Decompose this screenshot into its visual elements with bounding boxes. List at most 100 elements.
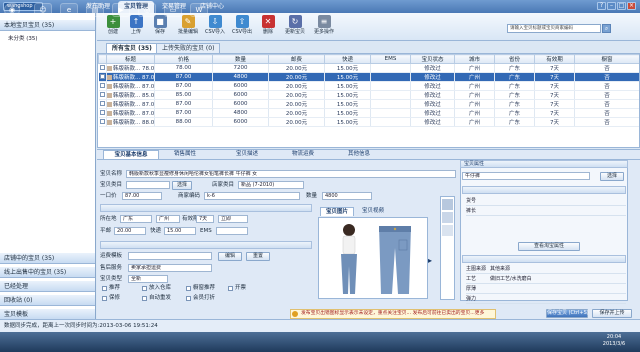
shop-category-select[interactable]: 新品 (7-2010)	[238, 181, 304, 189]
ems-fee-input[interactable]	[216, 227, 248, 235]
template-edit-button[interactable]: 编辑	[218, 252, 242, 261]
column-header[interactable]: 橱窗	[574, 54, 639, 64]
valid-select[interactable]: 7天	[196, 215, 214, 223]
table-row[interactable]: 韩版新款... 87.00 87.00 4800 20.00元 15.00元 修改过 广州 广…	[98, 108, 639, 118]
item-title-input[interactable]: 韩版新款秋季显瘦修身休闲哈伦裤女铅笔裤长裤 牛仔裤 女	[126, 170, 456, 178]
column-header[interactable]: 省份	[494, 54, 535, 64]
close-icon[interactable]: ×	[627, 2, 636, 10]
warehouse-checkbox[interactable]	[142, 286, 147, 291]
toolbar-button-5[interactable]: ⇧ CSV导出	[230, 15, 254, 40]
start-icon[interactable]: ◉	[4, 3, 20, 17]
tab-basic-info[interactable]: 宝贝基本信息	[103, 150, 159, 159]
tab-sales-attrs[interactable]: 销售属性	[162, 150, 208, 159]
item-type-select[interactable]: 全新	[128, 275, 168, 283]
maximize-icon[interactable]: □	[617, 2, 626, 10]
thumbnail[interactable]	[442, 225, 453, 236]
taskbar-media-icon[interactable]: ▶	[112, 3, 130, 17]
column-header[interactable]: 快递	[324, 54, 371, 64]
checkbox[interactable]	[99, 110, 105, 115]
sidebar-uncategorized[interactable]: 未分类 (35)	[8, 34, 38, 42]
toolbar-button-2[interactable]: ■ 保存	[148, 15, 172, 40]
checkbox[interactable]	[99, 101, 105, 106]
row-checkbox[interactable]	[98, 99, 107, 109]
checkbox[interactable]	[99, 74, 105, 79]
view-taobao-attrs-button[interactable]: 查看淘宝属性	[518, 242, 580, 251]
toolbar-button-7[interactable]: ↻ 更新宝贝	[283, 15, 307, 40]
outer-id-input[interactable]: k-6	[204, 192, 300, 200]
thumbnail[interactable]	[442, 212, 453, 223]
tab-item-video[interactable]: 宝贝视频	[356, 207, 390, 216]
checkbox[interactable]	[99, 92, 105, 97]
attribute-category-input[interactable]: 牛仔裤	[462, 172, 590, 180]
attr-row-stretch[interactable]: 弹力	[466, 295, 626, 304]
taskbar-word-icon[interactable]: W	[190, 3, 208, 17]
sidebar-local-items[interactable]: 本地宝贝宝贝 (35)	[0, 20, 95, 31]
search-icon[interactable]: ⌕	[602, 24, 611, 33]
auto-repost-checkbox[interactable]	[142, 296, 147, 301]
row-checkbox[interactable]	[98, 81, 107, 91]
tab-all-items[interactable]: 所有宝贝 (35)	[106, 43, 158, 53]
row-checkbox[interactable]	[98, 63, 107, 73]
tab-shipping[interactable]: 物流运费	[280, 150, 326, 159]
attr-row-craft[interactable]: 工艺 做旧工艺/水洗磨白	[466, 275, 626, 284]
column-header[interactable]: 宝贝状态	[410, 54, 455, 64]
table-row[interactable]: 韩版新款... 87.00 87.00 6000 20.00元 15.00元 修改过 广州 广…	[98, 81, 639, 91]
minimize-icon[interactable]: –	[607, 2, 616, 10]
showcase-checkbox[interactable]	[186, 286, 191, 291]
table-row[interactable]: 韩版新款... 88.00 88.00 6000 20.00元 15.00元 修改过 广州 广…	[98, 117, 639, 127]
tab-description[interactable]: 宝贝描述	[224, 150, 270, 159]
notice-bar[interactable]: 发布宝贝出错图标显示表示未设定，重点关注宝贝... 发布后可前往已卖出的宝贝..…	[290, 309, 496, 319]
express-fee-input[interactable]: 15.00	[164, 227, 196, 235]
toolbar-button-6[interactable]: ✕ 删除	[256, 15, 280, 40]
row-checkbox[interactable]	[98, 108, 107, 118]
template-reset-button[interactable]: 重置	[246, 252, 270, 261]
tab-upload-failed[interactable]: 上传失败的宝贝 (0)	[156, 43, 221, 53]
attribute-select-button[interactable]: 选择	[600, 172, 624, 181]
sidebar-processed[interactable]: 已经处理	[0, 281, 95, 292]
taskbar-clock[interactable]: 20:04 2013/3/6	[592, 334, 636, 348]
checkbox[interactable]	[99, 65, 105, 70]
attr-row-length[interactable]: 裤长	[466, 207, 626, 216]
tab-other[interactable]: 其他信息	[336, 150, 382, 159]
after-sale-select[interactable]: 卖家承担运费	[128, 264, 212, 272]
price-input[interactable]: 87.00	[122, 192, 162, 200]
search-input[interactable]: 请输入宝贝标题或宝贝商家编码	[507, 24, 601, 33]
column-header[interactable]	[98, 54, 107, 64]
warranty-checkbox[interactable]	[102, 296, 107, 301]
table-row[interactable]: 韩版新款... 87.00 87.00 4800 20.00元 15.00元 修改过 广州 广…	[98, 72, 639, 82]
tab-item-images[interactable]: 宝贝图片	[320, 207, 354, 216]
column-header[interactable]: 标题	[106, 54, 155, 64]
save-item-button[interactable]: 保存宝贝 (Ctrl+S)	[546, 309, 589, 318]
sidebar-shop-items[interactable]: 店铺中的宝贝 (35)	[0, 253, 95, 264]
column-header[interactable]: EMS	[370, 54, 411, 64]
start-time-select[interactable]: 立即	[218, 215, 248, 223]
invoice-checkbox[interactable]	[228, 286, 233, 291]
category-input[interactable]	[126, 181, 170, 189]
quantity-input[interactable]: 4800	[322, 192, 372, 200]
attr-row-thickness[interactable]: 厚薄	[466, 285, 626, 294]
attr-row-item-no[interactable]: 货号	[466, 197, 626, 206]
save-upload-button[interactable]: 保存并上传	[592, 309, 632, 318]
taskbar-app-icon[interactable]: ▤	[86, 3, 104, 17]
toolbar-button-8[interactable]: ≡ 更多操作	[312, 15, 336, 40]
help-icon[interactable]: ?	[597, 2, 606, 10]
thumbnail[interactable]	[442, 199, 453, 210]
toolbar-button-3[interactable]: ✎ 批量编辑	[176, 15, 200, 40]
column-header[interactable]: 价格	[154, 54, 213, 64]
taskbar-folder-icon[interactable]: ▭	[164, 3, 182, 17]
province-select[interactable]: 广东	[120, 215, 152, 223]
category-select-button[interactable]: 选择	[172, 181, 192, 190]
row-checkbox[interactable]	[98, 72, 107, 82]
checkbox[interactable]	[99, 119, 105, 124]
template-select[interactable]	[128, 252, 212, 260]
taskbar-browser-icon[interactable]: e	[60, 3, 78, 17]
sidebar-recycle[interactable]: 回收站 (0)	[0, 295, 95, 306]
column-header[interactable]: 邮费	[268, 54, 325, 64]
row-checkbox[interactable]	[98, 117, 107, 127]
column-header[interactable]: 城市	[454, 54, 495, 64]
taskbar-qq-icon[interactable]: ☺	[34, 3, 52, 17]
mail-fee-input[interactable]: 20.00	[114, 227, 146, 235]
toolbar-button-4[interactable]: ⇩ CSV导入	[203, 15, 227, 40]
vip-discount-checkbox[interactable]	[186, 296, 191, 301]
table-row[interactable]: 韩版新款... 78.00 78.00 7200 20.00元 15.00元 修改过 广州 广…	[98, 63, 639, 73]
